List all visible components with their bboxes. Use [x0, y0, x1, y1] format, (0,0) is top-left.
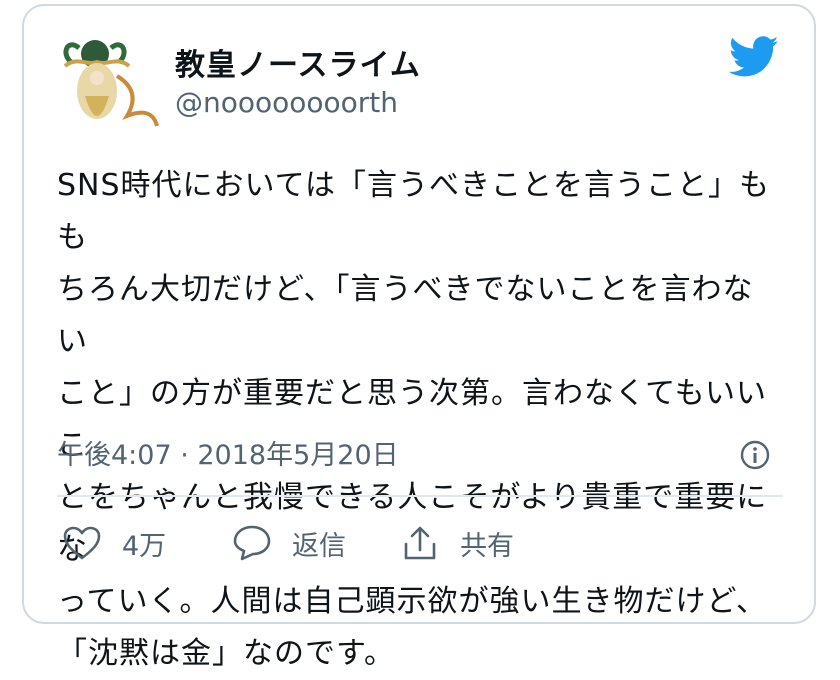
user-handle[interactable]: @noooooooorth: [175, 86, 398, 119]
like-button[interactable]: 4万: [62, 523, 166, 563]
heart-icon: [63, 526, 101, 560]
divider: [57, 495, 783, 497]
like-count: 4万: [122, 530, 167, 562]
share-icon: [404, 526, 436, 560]
tweet-text: SNS時代においては「言うべきことを言うこと」もも ちろん大切だけど、「言うべき…: [57, 168, 771, 671]
share-label: 共有: [460, 530, 514, 562]
reply-button[interactable]: 返信: [232, 523, 346, 563]
tweet-timestamp[interactable]: 午後4:07 · 2018年5月20日: [57, 433, 399, 472]
twitter-bird-icon[interactable]: [728, 36, 780, 78]
info-icon[interactable]: [740, 440, 770, 470]
display-name[interactable]: 教皇ノースライム: [175, 40, 421, 84]
reply-label: 返信: [292, 530, 346, 562]
reply-bubble-icon: [233, 525, 271, 561]
avatar[interactable]: [57, 36, 167, 136]
share-button[interactable]: 共有: [400, 523, 514, 563]
